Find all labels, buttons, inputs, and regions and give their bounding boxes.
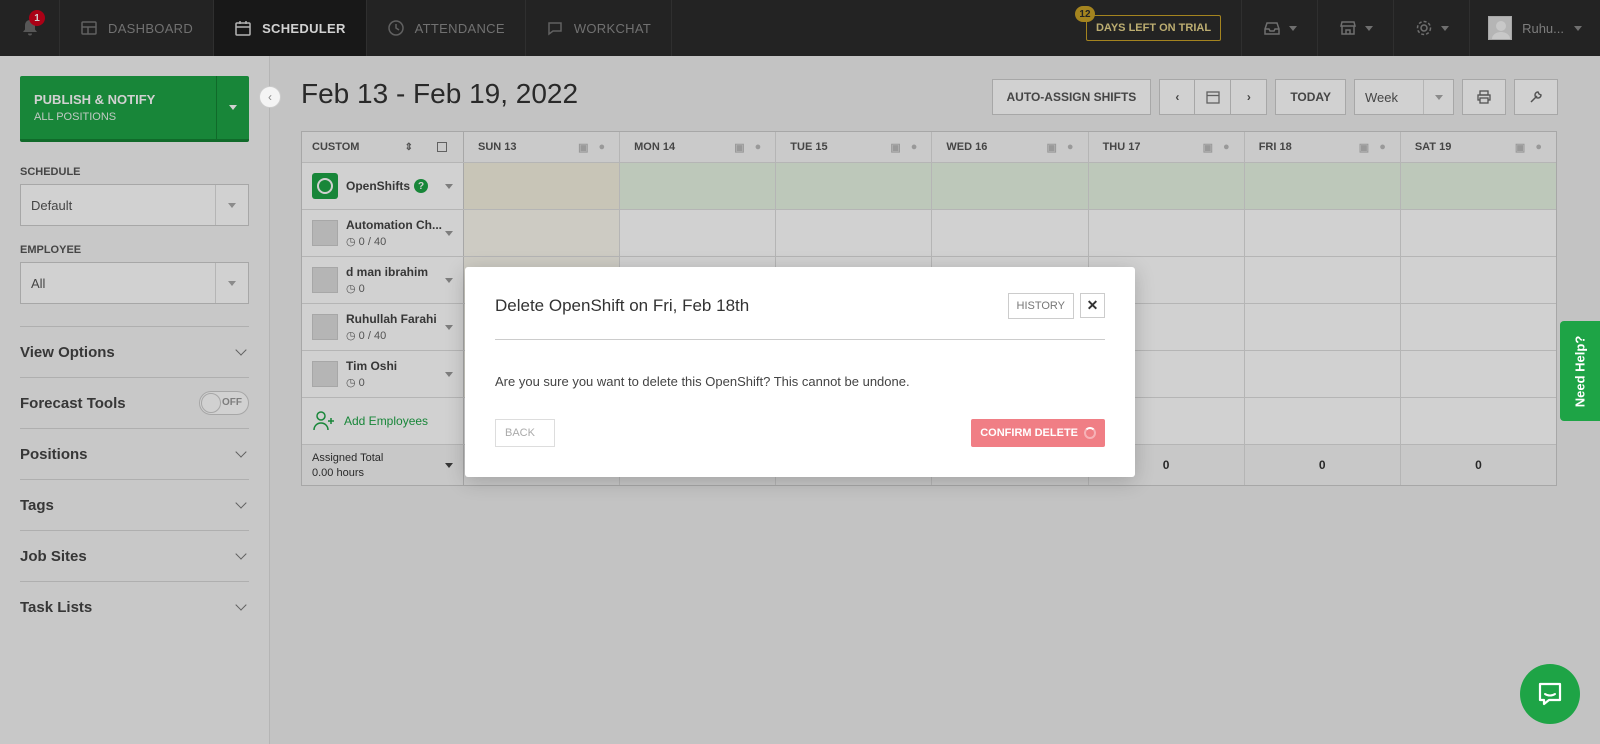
- dialog-message: Are you sure you want to delete this Ope…: [495, 374, 910, 389]
- chat-icon: [1538, 682, 1562, 706]
- chevron-left-icon: ‹: [268, 90, 272, 104]
- close-icon: ✕: [1086, 297, 1099, 313]
- dialog-tools: HISTORY ✕: [1007, 293, 1105, 319]
- close-button[interactable]: ✕: [1080, 293, 1105, 318]
- need-help-label: Need Help?: [1572, 335, 1588, 407]
- delete-openshift-dialog: Delete OpenShift on Fri, Feb 18th HISTOR…: [465, 267, 1135, 477]
- confirm-delete-label: CONFIRM DELETE: [980, 427, 1078, 439]
- dialog-header: Delete OpenShift on Fri, Feb 18th HISTOR…: [495, 293, 1105, 340]
- need-help-tab[interactable]: Need Help?: [1560, 321, 1600, 421]
- loading-spinner-icon: [1084, 427, 1096, 439]
- chat-launcher-button[interactable]: [1520, 664, 1580, 724]
- confirm-delete-button[interactable]: CONFIRM DELETE: [971, 419, 1105, 447]
- back-button[interactable]: BACK: [495, 419, 555, 447]
- history-button[interactable]: HISTORY: [1007, 293, 1074, 319]
- sidebar-collapse-button[interactable]: ‹: [259, 86, 281, 108]
- dialog-title: Delete OpenShift on Fri, Feb 18th: [495, 296, 750, 315]
- dialog-footer: BACK CONFIRM DELETE: [495, 419, 1105, 447]
